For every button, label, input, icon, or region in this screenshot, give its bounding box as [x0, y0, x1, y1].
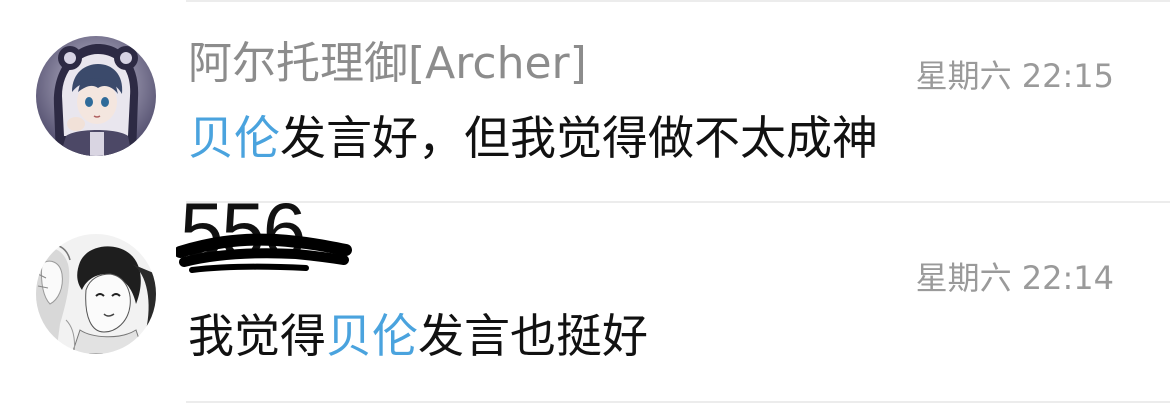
avatar[interactable] — [36, 234, 156, 354]
mention-link[interactable]: 贝伦 — [188, 111, 280, 165]
timestamp: 星期六 22:14 — [915, 259, 1114, 297]
username[interactable]: 阿尔托理御[Archer] — [188, 36, 587, 92]
comment-body-before: 我觉得 — [188, 309, 326, 363]
divider-bottom — [186, 401, 1170, 403]
comment-text: 贝伦发言好，但我觉得做不太成神 — [188, 108, 878, 168]
anime-avatar-manga-girls-icon — [36, 234, 156, 354]
comment-text: 我觉得贝伦发言也挺好 — [188, 306, 648, 366]
username-redacted[interactable]: 556 — [176, 188, 356, 278]
avatar[interactable] — [36, 36, 156, 156]
mention-link[interactable]: 贝伦 — [326, 309, 418, 363]
timestamp: 星期六 22:15 — [915, 57, 1114, 95]
comment-item[interactable]: 556 星期六 22:14 我觉得贝伦发言也挺好 — [0, 188, 1170, 402]
comment-body: 发言好，但我觉得做不太成神 — [280, 111, 878, 165]
comment-body-after: 发言也挺好 — [418, 309, 648, 363]
comment-item[interactable]: 阿尔托理御[Archer] 星期六 22:15 贝伦发言好，但我觉得做不太成神 — [0, 0, 1170, 200]
redaction-scribble-icon — [176, 233, 352, 273]
anime-avatar-hooded-boy-icon — [36, 36, 156, 156]
